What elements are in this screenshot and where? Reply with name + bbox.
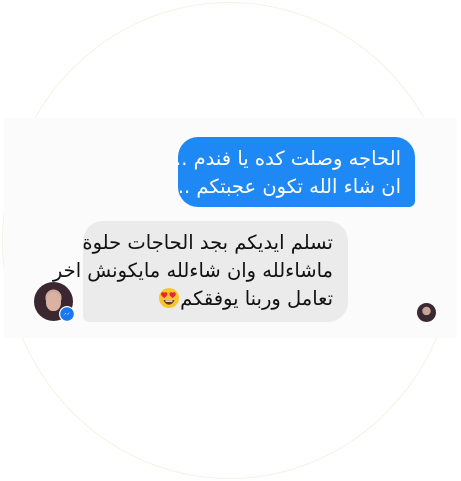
received-message-line-1: تسلم ايديكم بجد الحاجات حلوة: [82, 231, 333, 254]
messenger-icon: [59, 306, 75, 322]
received-message-line-2: ماشاءلله وان شاءلله مايكونش اخر: [52, 259, 333, 282]
received-message-line-3-text: تعامل وربنا يوفقكم: [180, 287, 333, 310]
sent-message-bubble[interactable]: الحاجه وصلت كده يا فندم .. ان شاء الله ت…: [175, 137, 415, 207]
received-message-bubble[interactable]: تسلم ايديكم بجد الحاجات حلوة ماشاءلله وا…: [52, 221, 348, 322]
sent-message-line-1: الحاجه وصلت كده يا فندم ..: [175, 147, 401, 170]
read-receipt-avatar-icon: [417, 303, 436, 322]
heart-eyes-emoji-icon: [158, 287, 180, 317]
received-message-line-3: تعامل وربنا يوفقكم: [91, 285, 333, 317]
sent-message-line-2: ان شاء الله تكون عجبتكم ..: [177, 175, 401, 198]
screenshot-frame: الحاجه وصلت كده يا فندم .. ان شاء الله ت…: [0, 0, 461, 481]
